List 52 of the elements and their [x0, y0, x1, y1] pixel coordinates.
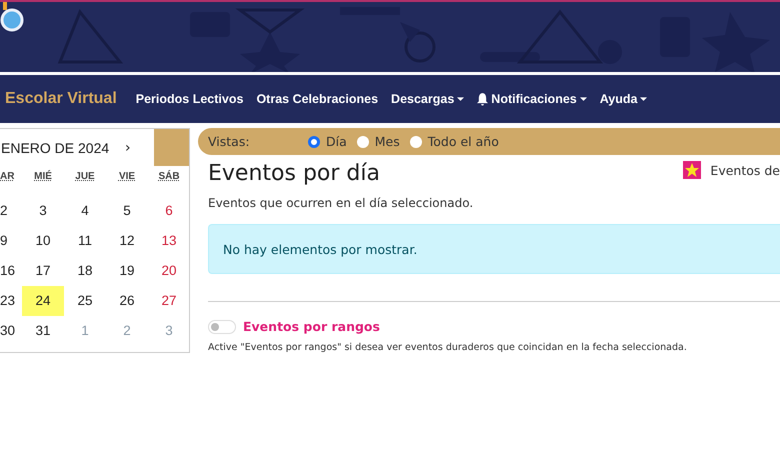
page-subtitle: Eventos que ocurren en el día seleccionado.: [208, 196, 474, 210]
calendar-day[interactable]: 31: [22, 316, 64, 346]
view-radio[interactable]: Mes: [356, 134, 400, 149]
weekday-label: JUE: [74, 170, 96, 184]
views-label: Vistas:: [208, 134, 251, 149]
bell-icon: [477, 92, 488, 106]
calendar-day[interactable]: 20: [148, 256, 190, 286]
range-switch[interactable]: [208, 320, 236, 334]
weekday-label: SÁB: [157, 169, 181, 184]
calendar-day[interactable]: 24: [22, 286, 64, 316]
range-help: Active "Eventos por rangos" si desea ver eventos duraderos que coincidan en la fecha seleccionada.: [208, 342, 688, 353]
calendar-day[interactable]: 4: [64, 196, 106, 226]
calendar-day[interactable]: 10: [22, 226, 64, 256]
calendar-day[interactable]: 9: [0, 226, 22, 256]
brand-link[interactable]: Escolar Virtual: [5, 90, 117, 108]
next-month-button[interactable]: ›: [125, 140, 154, 156]
star-icon: [683, 161, 702, 179]
empty-alert: No hay elementos por mostrar.: [208, 224, 780, 274]
nav-link[interactable]: Descargas: [391, 92, 464, 106]
calendar-day[interactable]: 26: [106, 286, 148, 316]
weekday-label: MIÉ: [33, 169, 53, 184]
range-label: Eventos por rangos: [243, 319, 380, 334]
calendar-day[interactable]: 5: [106, 196, 148, 226]
calendar-day[interactable]: 30: [0, 316, 22, 346]
calendar-day[interactable]: 3: [22, 196, 64, 226]
view-radio[interactable]: Día: [308, 134, 347, 149]
view-radio[interactable]: Todo el año: [410, 134, 499, 149]
nav-link[interactable]: Otras Celebraciones: [256, 92, 378, 106]
calendar-day[interactable]: 18: [64, 256, 106, 286]
page-title: Eventos por día: [208, 161, 380, 186]
legend-label: Eventos de: [710, 162, 780, 178]
calendar-day[interactable]: 11: [64, 226, 106, 256]
calendar-day[interactable]: 12: [106, 226, 148, 256]
calendar-day[interactable]: 13: [148, 226, 190, 256]
calendar-day[interactable]: 2: [0, 196, 22, 226]
calendar-day[interactable]: 23: [0, 286, 22, 316]
calendar-day[interactable]: 19: [106, 256, 148, 286]
calendar-day[interactable]: 17: [22, 256, 64, 286]
calendar-month: ENERO DE 2024: [1, 140, 110, 156]
calendar-day[interactable]: 6: [148, 196, 190, 226]
nav-link[interactable]: Ayuda: [600, 92, 648, 106]
weekday-label: VIE: [118, 170, 136, 184]
calendar-day[interactable]: 16: [0, 256, 22, 286]
calendar-header-block: [154, 129, 190, 166]
caret-icon: [580, 96, 587, 102]
nav-link[interactable]: Notificaciones: [477, 92, 587, 106]
caret-icon: [640, 96, 648, 102]
caret-icon: [457, 96, 464, 102]
calendar-day[interactable]: 27: [148, 286, 190, 316]
weekday-label: AR: [0, 170, 16, 184]
calendar-day[interactable]: 25: [64, 286, 106, 316]
nav-link[interactable]: Periodos Lectivos: [136, 92, 244, 106]
